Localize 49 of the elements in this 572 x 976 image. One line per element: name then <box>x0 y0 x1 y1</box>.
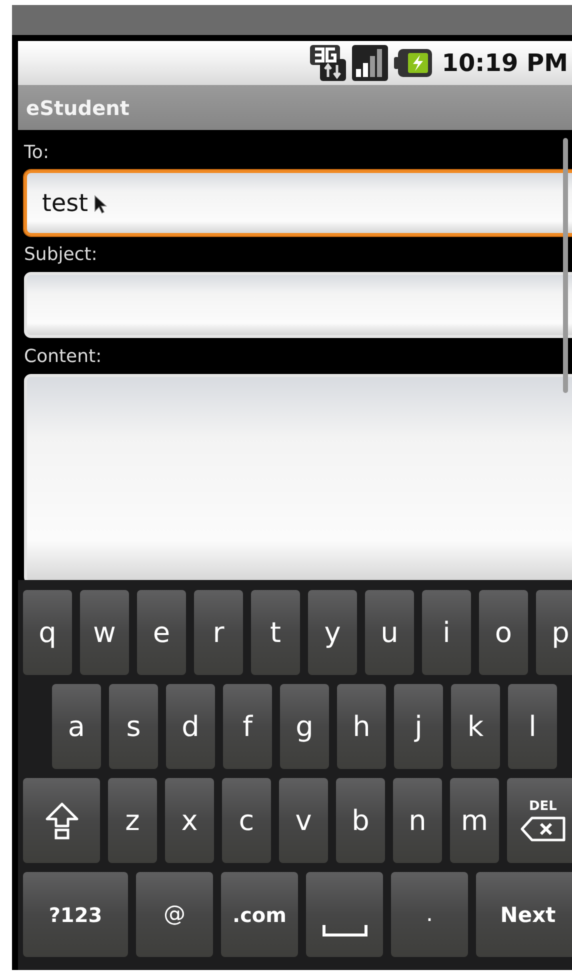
keyboard-key[interactable]: b <box>336 778 385 863</box>
keyboard-key[interactable]: p <box>536 590 572 675</box>
keyboard-key[interactable]: s <box>109 684 158 769</box>
keyboard-key[interactable]: . <box>391 872 468 957</box>
keyboard-key[interactable]: f <box>223 684 272 769</box>
battery-charging-icon <box>394 48 432 78</box>
keyboard-key[interactable]: r <box>194 590 243 675</box>
keyboard-key[interactable]: t <box>251 590 300 675</box>
keyboard-key[interactable]: i <box>422 590 471 675</box>
network-3g-icon <box>310 45 346 81</box>
status-time: 10:19 PM <box>442 49 568 77</box>
keyboard-key[interactable]: @ <box>136 872 213 957</box>
input-field[interactable]: test <box>24 170 572 236</box>
field-label: Content: <box>24 346 103 368</box>
keyboard-key[interactable]: v <box>279 778 328 863</box>
keyboard-key[interactable]: y <box>308 590 357 675</box>
keyboard-key[interactable]: m <box>450 778 499 863</box>
space-key[interactable] <box>306 872 383 957</box>
keyboard-key[interactable]: Next <box>476 872 572 957</box>
keyboard-key[interactable]: x <box>165 778 214 863</box>
keyboard-key[interactable]: u <box>365 590 414 675</box>
keyboard-key[interactable]: o <box>479 590 528 675</box>
keyboard-key[interactable]: .com <box>221 872 298 957</box>
keyboard-key[interactable]: g <box>280 684 329 769</box>
keyboard-key[interactable]: w <box>80 590 129 675</box>
signal-icon <box>352 45 388 81</box>
keyboard-key[interactable]: l <box>508 684 557 769</box>
field-label: Subject: <box>24 244 98 266</box>
keyboard-key[interactable]: k <box>451 684 500 769</box>
keyboard-key[interactable]: j <box>394 684 443 769</box>
keyboard-key[interactable]: ?123 <box>23 872 128 957</box>
mouse-pointer-icon <box>94 194 108 214</box>
shift-icon <box>44 802 78 840</box>
keyboard-key[interactable]: n <box>393 778 442 863</box>
keyboard-key[interactable]: c <box>222 778 271 863</box>
keyboard-key[interactable]: z <box>108 778 157 863</box>
keyboard-key[interactable]: a <box>52 684 101 769</box>
delete-key[interactable]: DEL <box>507 778 572 863</box>
field-label: To: <box>24 142 50 164</box>
keyboard-key[interactable]: q <box>23 590 72 675</box>
input-field[interactable] <box>24 272 572 338</box>
keyboard-key[interactable]: e <box>137 590 186 675</box>
keyboard-key[interactable]: h <box>337 684 386 769</box>
shift-key[interactable] <box>23 778 100 863</box>
app-title: eStudent <box>26 96 130 120</box>
keyboard-key[interactable]: d <box>166 684 215 769</box>
delete-label: DEL <box>529 799 557 814</box>
space-bar-icon <box>322 925 368 937</box>
backspace-icon <box>520 816 566 842</box>
